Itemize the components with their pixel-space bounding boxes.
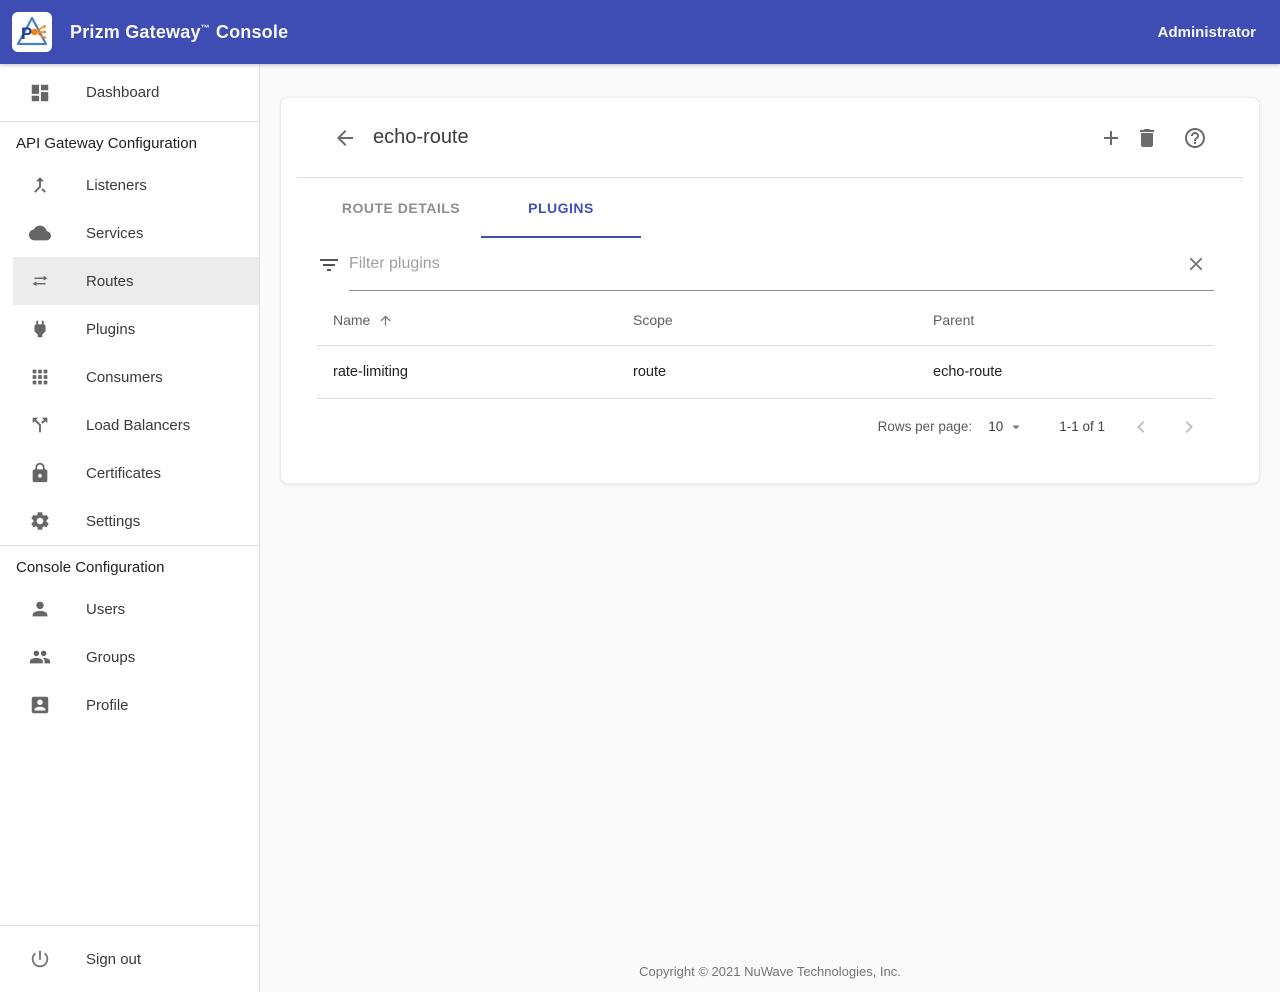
next-page-button[interactable] [1177, 415, 1201, 439]
sidebar: Dashboard API Gateway Configuration List… [0, 64, 260, 992]
clear-filter-button[interactable] [1184, 252, 1208, 276]
contact-card-icon [29, 694, 51, 716]
sidebar-section-api-gateway: API Gateway Configuration [0, 122, 259, 161]
power-icon [29, 948, 51, 970]
filter-field [349, 238, 1214, 291]
top-bar: P Prizm Gateway™ Console Administrator [0, 0, 1280, 64]
chevron-right-icon [1177, 415, 1201, 439]
svg-text:P: P [21, 24, 32, 43]
sidebar-section-console: Console Configuration [0, 546, 259, 585]
person-icon [29, 598, 51, 620]
sidebar-item-routes[interactable]: Routes [0, 257, 259, 305]
column-header-scope[interactable]: Scope [617, 312, 917, 328]
sidebar-item-label: Listeners [86, 177, 147, 194]
sidebar-item-label: Consumers [86, 369, 163, 386]
column-label: Parent [933, 312, 974, 328]
column-label: Scope [633, 312, 673, 328]
filter-row [281, 238, 1259, 291]
dashboard-icon [29, 82, 51, 104]
sidebar-item-plugins[interactable]: Plugins [0, 305, 259, 353]
sidebar-item-users[interactable]: Users [0, 585, 259, 633]
chevron-left-icon [1129, 415, 1153, 439]
prizm-logo-icon: P [12, 12, 52, 52]
page-title: echo-route [373, 126, 469, 149]
arrow-back-icon [333, 126, 357, 150]
column-label: Name [333, 312, 370, 328]
filter-icon [317, 253, 341, 277]
sidebar-item-dashboard[interactable]: Dashboard [0, 64, 259, 121]
call-split-icon [29, 414, 51, 436]
sidebar-item-label: Sign out [86, 951, 141, 968]
sort-ascending-icon [378, 313, 393, 328]
sidebar-item-label: Profile [86, 697, 129, 714]
trash-icon [1135, 126, 1159, 150]
sidebar-item-label: Plugins [86, 321, 135, 338]
column-header-name[interactable]: Name [317, 312, 617, 328]
sidebar-item-label: Services [86, 225, 144, 242]
cell-scope: route [617, 364, 917, 380]
back-button[interactable] [333, 126, 357, 150]
cell-name: rate-limiting [317, 364, 617, 380]
table-header-row: Name Scope Parent [317, 295, 1214, 346]
table-row[interactable]: rate-limiting route echo-route [317, 346, 1214, 399]
main-content: echo-route ROUTE DETAILS PLUGINS [260, 64, 1280, 992]
sidebar-item-load-balancers[interactable]: Load Balancers [0, 401, 259, 449]
sidebar-item-services[interactable]: Services [0, 209, 259, 257]
sidebar-item-label: Users [86, 601, 125, 618]
sidebar-item-consumers[interactable]: Consumers [0, 353, 259, 401]
lock-icon [29, 462, 51, 484]
gear-icon [29, 510, 51, 532]
tab-plugins[interactable]: PLUGINS [481, 178, 641, 238]
pagination-bar: Rows per page: 10 1-1 of 1 [317, 399, 1214, 454]
card-header: echo-route [281, 98, 1259, 177]
rows-per-page-select[interactable]: 10 [988, 418, 1025, 436]
sidebar-item-profile[interactable]: Profile [0, 681, 259, 729]
apps-grid-icon [29, 366, 51, 388]
add-plugin-button[interactable] [1099, 126, 1123, 150]
sidebar-item-settings[interactable]: Settings [0, 497, 259, 545]
help-icon [1183, 126, 1207, 150]
delete-button[interactable] [1135, 126, 1159, 150]
user-label: Administrator [1158, 24, 1256, 41]
sidebar-item-label: Routes [86, 273, 134, 290]
rows-per-page-label: Rows per page: [878, 419, 973, 434]
close-icon [1185, 253, 1207, 275]
sidebar-item-listeners[interactable]: Listeners [0, 161, 259, 209]
trademark-symbol: ™ [201, 23, 210, 33]
sidebar-item-label: Load Balancers [86, 417, 190, 434]
plus-icon [1099, 126, 1123, 150]
plug-icon [29, 318, 51, 340]
sidebar-item-label: Dashboard [86, 84, 159, 101]
tab-bar: ROUTE DETAILS PLUGINS [281, 178, 1259, 238]
app-title: Prizm Gateway™ Console [70, 22, 288, 43]
sidebar-item-sign-out[interactable]: Sign out [0, 926, 259, 992]
sidebar-item-certificates[interactable]: Certificates [0, 449, 259, 497]
people-icon [29, 646, 51, 668]
filter-input[interactable] [349, 255, 1184, 273]
sidebar-item-label: Settings [86, 513, 140, 530]
plugins-table: Name Scope Parent rate-limiting route ec… [317, 295, 1214, 454]
sidebar-item-groups[interactable]: Groups [0, 633, 259, 681]
sidebar-item-label: Groups [86, 649, 135, 666]
route-detail-card: echo-route ROUTE DETAILS PLUGINS [280, 97, 1260, 484]
column-header-parent[interactable]: Parent [917, 312, 1217, 328]
help-button[interactable] [1183, 126, 1207, 150]
previous-page-button[interactable] [1129, 415, 1153, 439]
copyright-text: Copyright © 2021 NuWave Technologies, In… [260, 964, 1280, 979]
swap-arrows-icon [29, 270, 51, 292]
sidebar-item-label: Certificates [86, 465, 161, 482]
app-logo: P [12, 12, 52, 52]
cell-parent: echo-route [917, 364, 1217, 380]
tab-route-details[interactable]: ROUTE DETAILS [321, 178, 481, 238]
dropdown-arrow-icon [1007, 418, 1025, 436]
app-title-main: Prizm Gateway [70, 22, 201, 42]
merge-type-icon [29, 174, 51, 196]
app-title-suffix: Console [216, 22, 288, 42]
rows-per-page-value: 10 [988, 419, 1003, 434]
page-range-label: 1-1 of 1 [1059, 419, 1105, 434]
cloud-icon [29, 222, 51, 244]
